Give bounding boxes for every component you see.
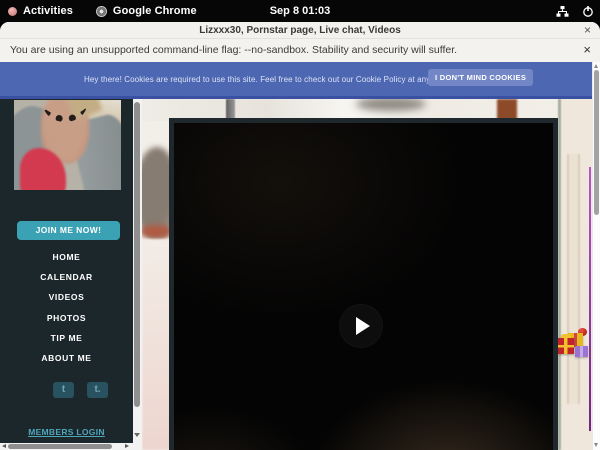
video-player[interactable] xyxy=(169,118,558,450)
sidebar-item-tip-me[interactable]: TIP ME xyxy=(0,328,133,348)
gift-boxes-graphic xyxy=(556,327,592,365)
browser-window: Lizxxx30, Pornstar page, Live chat, Vide… xyxy=(0,22,600,450)
sidebar: JOIN ME NOW! HOME CALENDAR VIDEOS PHOTOS… xyxy=(0,99,133,443)
page-title: Lizxxx30, Pornstar page, Live chat, Vide… xyxy=(0,22,600,39)
cookie-message: Hey there! Cookies are required to use t… xyxy=(84,75,450,84)
sidebar-horizontal-scrollbar[interactable] xyxy=(0,443,142,450)
sidebar-item-photos[interactable]: PHOTOS xyxy=(0,308,133,328)
join-me-now-button[interactable]: JOIN ME NOW! xyxy=(17,221,120,240)
sidebar-vertical-scrollbar-thumb[interactable] xyxy=(134,102,140,407)
scroll-down-arrow-icon[interactable] xyxy=(134,433,140,437)
scroll-left-arrow-icon[interactable] xyxy=(2,444,6,448)
play-button[interactable] xyxy=(340,305,382,347)
tumblr-icon[interactable]: t. xyxy=(87,382,108,398)
sidebar-item-home[interactable]: HOME xyxy=(0,247,133,267)
page-viewport: Hey there! Cookies are required to use t… xyxy=(0,62,600,450)
window-title-bar[interactable]: Lizxxx30, Pornstar page, Live chat, Vide… xyxy=(0,22,600,39)
scroll-right-arrow-icon[interactable] xyxy=(125,444,129,448)
profile-photo xyxy=(14,100,121,190)
sidebar-vertical-scrollbar[interactable] xyxy=(133,99,142,443)
window-close-icon[interactable]: × xyxy=(584,22,591,39)
main-area xyxy=(142,99,592,450)
gnome-top-bar: Activities Google Chrome Sep 8 01:03 xyxy=(0,0,600,22)
power-icon[interactable] xyxy=(582,5,594,18)
purple-accent-line xyxy=(589,167,591,431)
sidebar-item-videos[interactable]: VIDEOS xyxy=(0,287,133,307)
page-content: JOIN ME NOW! HOME CALENDAR VIDEOS PHOTOS… xyxy=(0,99,592,450)
twitter-icon[interactable]: t xyxy=(53,382,74,398)
sidebar-item-about-me[interactable]: ABOUT ME xyxy=(0,348,133,368)
sidebar-menu: HOME CALENDAR VIDEOS PHOTOS TIP ME ABOUT… xyxy=(0,247,133,368)
play-icon xyxy=(356,317,370,335)
cookie-accept-button[interactable]: I DON'T MIND COOKIES xyxy=(428,69,533,86)
purple-gift-icon xyxy=(575,346,588,357)
page-scrollbar[interactable] xyxy=(592,62,600,450)
red-gift-icon xyxy=(558,338,574,354)
sidebar-item-calendar[interactable]: CALENDAR xyxy=(0,267,133,287)
page-scrollbar-thumb[interactable] xyxy=(594,70,599,215)
clock[interactable]: Sep 8 01:03 xyxy=(0,0,600,22)
scroll-down-arrow-icon[interactable] xyxy=(594,443,598,447)
screen: Activities Google Chrome Sep 8 01:03 Liz… xyxy=(0,0,600,450)
sidebar-horizontal-scrollbar-thumb[interactable] xyxy=(8,444,112,449)
network-icon[interactable] xyxy=(556,5,569,18)
warning-close-icon[interactable]: × xyxy=(583,39,591,62)
sandbox-warning-bar: You are using an unsupported command-lin… xyxy=(0,39,600,62)
members-login-link[interactable]: MEMBERS LOGIN xyxy=(0,427,133,437)
cookie-consent-bar: Hey there! Cookies are required to use t… xyxy=(0,62,592,99)
scroll-up-arrow-icon[interactable] xyxy=(594,64,598,68)
sandbox-warning-text: You are using an unsupported command-lin… xyxy=(10,39,457,62)
